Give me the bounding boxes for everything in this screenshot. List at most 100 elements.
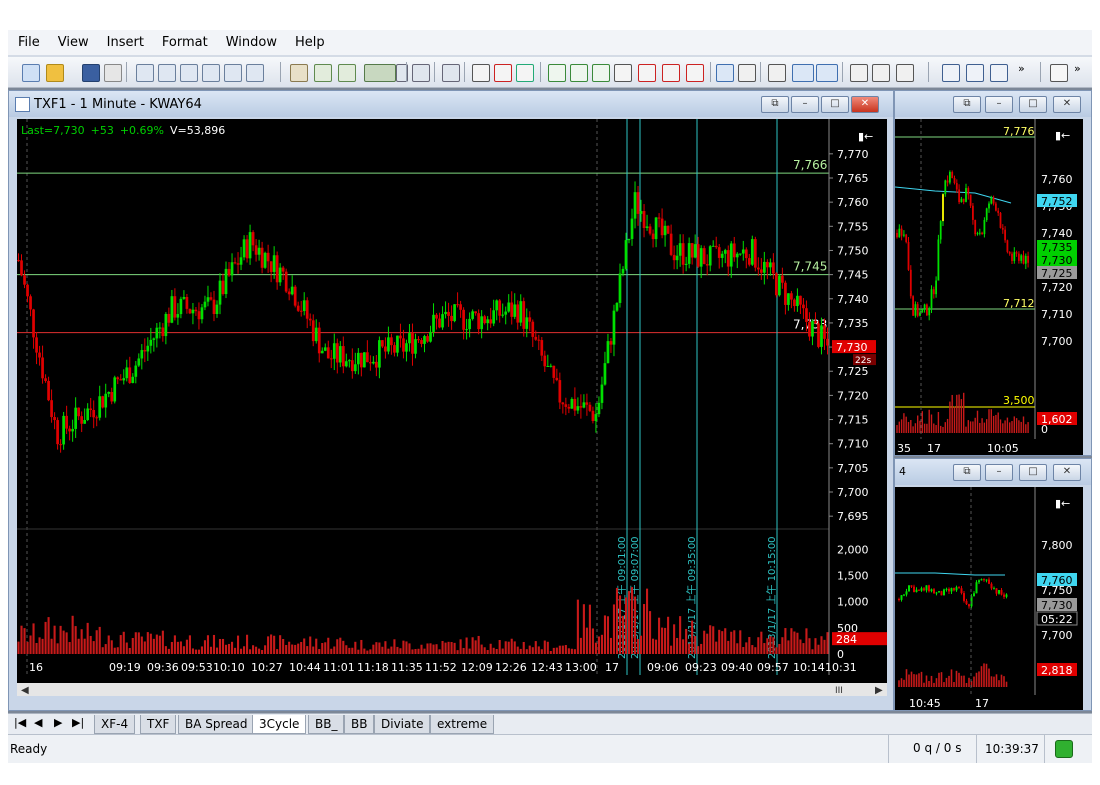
menu-view[interactable]: View [48,35,97,50]
volume-bar [149,633,152,654]
overflow-chevron-icon-2[interactable]: » [1074,63,1084,80]
scanner-window-icon[interactable] [180,64,198,82]
close-button[interactable]: ✕ [851,96,879,113]
volume-bar [944,422,946,433]
menu-insert[interactable]: Insert [97,35,152,50]
main-chart-window: TXF1 - 1 Minute - KWAY64 ⧉ – □ ✕ 7,766 7,… [8,90,894,711]
scroll-left-arrow[interactable]: ◀ [21,685,29,696]
minimize-button[interactable]: – [791,96,819,113]
main-window-titlebar[interactable]: TXF1 - 1 Minute - KWAY64 ⧉ – □ ✕ [9,91,893,117]
candle-body [35,337,38,353]
tab-extreme[interactable]: extreme [430,715,495,734]
restore-button-3[interactable]: □ [1019,464,1047,481]
properties-icon[interactable] [442,64,460,82]
right-top-chart[interactable]: 7,776 7,712 3,500 7,7607,7507,7407,7307,… [895,119,1083,455]
tab-bb-underscore[interactable]: BB_ [308,715,345,734]
time-tick-label: 09:40 [721,661,753,674]
zoom-in-icon[interactable] [792,64,814,82]
panel-collapse-icon[interactable]: ▮← [858,130,873,143]
scroll-left-icon[interactable] [942,64,960,82]
minimize-button-3[interactable]: – [985,464,1013,481]
strategy-icon[interactable] [314,64,332,82]
tab-ba-spread[interactable]: BA Spread [178,715,255,734]
overflow-chevron-icon[interactable]: » [1018,63,1030,80]
scrollbar-thumb[interactable]: III [835,686,843,696]
crosshair-icon[interactable] [738,64,756,82]
chart-window-icon[interactable] [136,64,154,82]
panel-collapse-icon[interactable]: ▮← [1055,129,1070,142]
tab-last-button[interactable]: ▶| [72,716,84,729]
candle-body [450,315,453,322]
line-break-icon[interactable] [592,64,610,82]
tab-bb[interactable]: BB [344,715,375,734]
scroll-center-icon[interactable] [966,64,984,82]
kagi-icon[interactable] [570,64,588,82]
right-top-titlebar[interactable]: ⧉ – □ ✕ [895,91,1091,117]
right-bottom-chart[interactable]: 7,8007,7507,7007,7607,73005:222,818 ▮← 1… [895,487,1083,710]
candlestick-icon[interactable] [494,64,512,82]
print-icon[interactable] [104,64,122,82]
tab-txf[interactable]: TXF [140,715,177,734]
candle-body [531,321,535,337]
restore-extra-button-3[interactable]: ⧉ [953,464,981,481]
new-icon[interactable] [22,64,40,82]
restore-button-2[interactable]: □ [1019,96,1047,113]
save-icon[interactable] [82,64,100,82]
restore-extra-button[interactable]: ⧉ [761,96,789,113]
minimize-button-2[interactable]: – [985,96,1013,113]
menu-format[interactable]: Format [152,35,216,50]
menu-file[interactable]: File [8,35,48,50]
candle-body [684,263,688,265]
zoom-out-icon[interactable] [816,64,838,82]
renko-icon[interactable] [548,64,566,82]
drawing-tool-icon[interactable] [364,64,396,82]
candle-body [965,600,968,605]
candle-body [946,180,949,183]
candle-body [492,310,496,324]
panel-collapse-icon[interactable]: ▮← [1055,497,1070,510]
volume-bar-icon[interactable] [638,64,656,82]
tab-first-button[interactable]: |◀ [14,716,26,729]
volume-tag-label: 284 [836,633,857,646]
signal-icon[interactable] [338,64,356,82]
point-figure-icon[interactable] [614,64,632,82]
alert-icon[interactable] [896,64,914,82]
main-chart[interactable]: 7,7667,7457,733 2013/1/17 上午 09:01:00201… [17,119,887,696]
menu-help[interactable]: Help [285,35,333,50]
volume-bar [366,650,369,654]
volume-bar [86,622,89,654]
tab-diviate[interactable]: Diviate [374,715,431,734]
tab-next-button[interactable]: ▶ [54,716,62,729]
tab-3cycle[interactable]: 3Cycle [252,715,307,734]
format-icon[interactable] [412,64,430,82]
data-window-icon[interactable] [850,64,868,82]
hourglass-icon[interactable] [990,64,1008,82]
snapshot-icon[interactable] [872,64,890,82]
quote-window-icon[interactable] [158,64,176,82]
volume-bar [1004,420,1006,433]
report-window-icon[interactable] [202,64,220,82]
indicator-icon[interactable] [290,64,308,82]
open-folder-icon[interactable] [46,64,64,82]
tab-xf-4[interactable]: XF-4 [94,715,136,734]
grid-window-icon[interactable] [224,64,242,82]
volume-bar [465,637,468,654]
menu-window[interactable]: Window [216,35,285,50]
news-window-icon[interactable] [246,64,264,82]
text-icon[interactable] [768,64,786,82]
pointer-icon[interactable] [716,64,734,82]
bar-chart-icon[interactable] [472,64,490,82]
right-bottom-titlebar[interactable]: 4 ⧉ – □ ✕ [895,459,1091,485]
restore-extra-button-2[interactable]: ⧉ [953,96,981,113]
close-button-2[interactable]: ✕ [1053,96,1081,113]
close-button-3[interactable]: ✕ [1053,464,1081,481]
volume-bar [330,648,333,654]
trendline-icon[interactable] [1050,64,1068,82]
scroll-right-arrow[interactable]: ▶ [875,685,883,696]
histogram-icon[interactable] [662,64,680,82]
line-chart-icon[interactable] [516,64,534,82]
tab-prev-button[interactable]: ◀ [34,716,42,729]
volume-bar [393,639,396,654]
restore-button[interactable]: □ [821,96,849,113]
tick-chart-icon[interactable] [686,64,704,82]
